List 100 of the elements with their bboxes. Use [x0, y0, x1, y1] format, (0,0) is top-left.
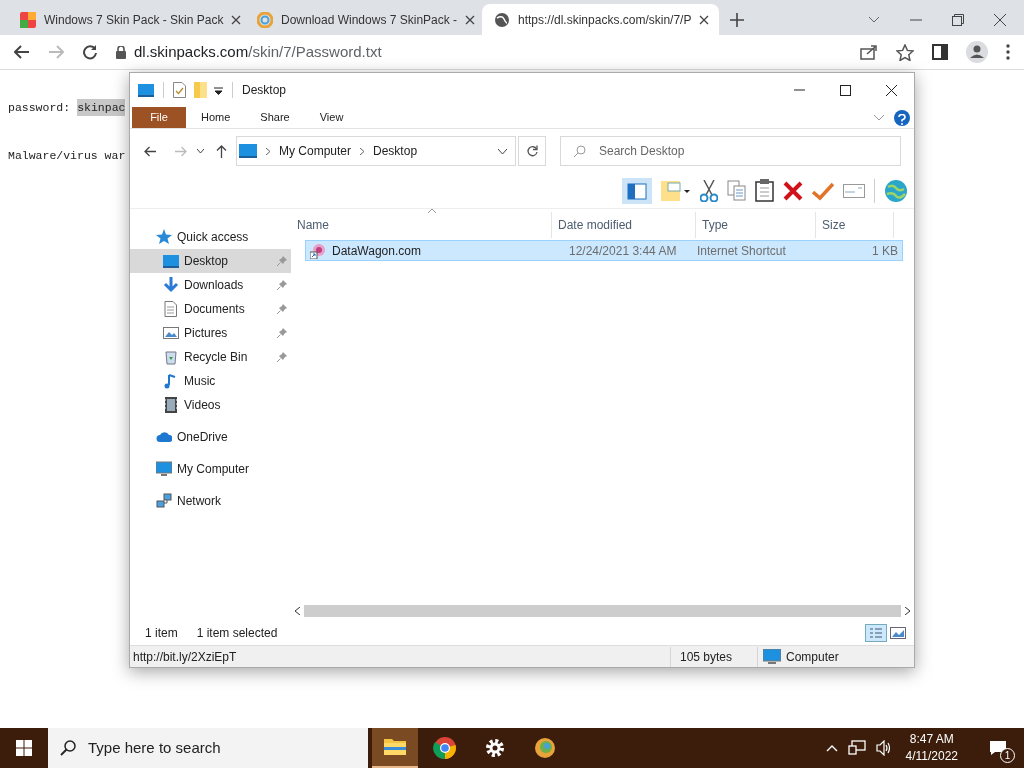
- navigation-pane-button[interactable]: [622, 177, 652, 204]
- restore-icon[interactable]: [952, 13, 964, 26]
- desktop-icon: [163, 253, 179, 269]
- refresh-icon: [526, 145, 538, 157]
- paste-icon[interactable]: [755, 179, 774, 202]
- nav-item[interactable]: Music: [130, 369, 291, 393]
- swirl-icon: [533, 736, 557, 760]
- pin-icon[interactable]: [277, 304, 287, 314]
- video-icon: [163, 397, 179, 413]
- back-icon[interactable]: [14, 45, 30, 59]
- clock[interactable]: 8:47 AM 4/11/2022: [901, 731, 962, 765]
- close-icon[interactable]: [465, 14, 476, 25]
- nav-item[interactable]: My Computer: [130, 457, 291, 481]
- file-row[interactable]: DataWagon.com 12/24/2021 3:44 AM Internet Shortcut 1 KB: [305, 240, 903, 261]
- search-icon: [573, 144, 586, 158]
- chevron-right-icon: [360, 147, 365, 155]
- file-size: 1 KB: [871, 242, 899, 260]
- taskbar-search-field[interactable]: Type here to search: [48, 728, 368, 768]
- chevron-up-icon[interactable]: [825, 744, 838, 752]
- network-icon: [156, 493, 172, 509]
- cloud-icon: [156, 429, 172, 445]
- recent-locations-icon[interactable]: [197, 149, 204, 153]
- pin-icon[interactable]: [277, 280, 287, 290]
- browser-tab[interactable]: https://dl.skinpacks.com/skin/7/P: [482, 4, 719, 35]
- computer-icon: [763, 649, 781, 664]
- scroll-right-icon[interactable]: [905, 606, 910, 615]
- computer-icon: [138, 83, 154, 97]
- close-icon[interactable]: [231, 14, 242, 25]
- reload-icon[interactable]: [82, 44, 98, 60]
- properties-icon[interactable]: [173, 82, 186, 98]
- start-icon[interactable]: [16, 740, 32, 756]
- notification-icon[interactable]: [989, 740, 1007, 756]
- new-tab-icon[interactable]: [730, 12, 744, 27]
- column-header[interactable]: Name: [291, 212, 552, 238]
- share-icon[interactable]: [860, 44, 878, 60]
- maximize-icon[interactable]: [839, 84, 851, 96]
- globe-icon: [494, 11, 510, 28]
- nav-item[interactable]: Downloads: [130, 273, 291, 297]
- warning-text: Malware/virus war: [8, 148, 126, 165]
- chevron-down-icon[interactable]: [868, 15, 880, 24]
- address-field[interactable]: My Computer Desktop: [236, 136, 516, 166]
- bin-icon: [163, 349, 179, 365]
- nav-item[interactable]: Quick access: [130, 225, 291, 249]
- ribbon-tab[interactable]: Share: [245, 107, 305, 128]
- swirl-icon: [257, 11, 273, 28]
- globe-icon[interactable]: [884, 178, 908, 203]
- sort-up-icon: [428, 209, 436, 213]
- ribbon-tab[interactable]: View: [304, 107, 359, 128]
- dropdown-icon[interactable]: [214, 85, 223, 95]
- pin-icon[interactable]: [277, 352, 287, 362]
- scroll-left-icon[interactable]: [295, 606, 300, 615]
- close-icon[interactable]: [699, 14, 710, 25]
- url-text[interactable]: dl.skinpacks.com/skin/7/Password.txt: [134, 40, 382, 64]
- envelope-icon[interactable]: [843, 183, 865, 198]
- nav-item[interactable]: Network: [130, 489, 291, 513]
- file-size-status: 105 bytes: [679, 648, 734, 666]
- help-icon[interactable]: [894, 109, 910, 126]
- window-title: Desktop: [242, 82, 287, 99]
- search-field[interactable]: Search Desktop: [560, 136, 901, 166]
- computer-icon: [156, 461, 172, 477]
- network-icon[interactable]: [847, 740, 866, 756]
- up-icon[interactable]: [216, 144, 227, 158]
- more-icon[interactable]: [1006, 44, 1010, 60]
- ribbon-tab[interactable]: Home: [186, 107, 246, 128]
- cut-icon[interactable]: [700, 179, 718, 202]
- column-header[interactable]: Size: [816, 212, 894, 238]
- password-value: skinpac: [77, 99, 126, 117]
- selection-count: 1 item selected: [196, 625, 278, 642]
- nav-item[interactable]: Recycle Bin: [130, 345, 291, 369]
- pin-icon[interactable]: [277, 328, 287, 338]
- browser-tab[interactable]: Download Windows 7 SkinPack -: [245, 4, 482, 35]
- nav-item[interactable]: OneDrive: [130, 425, 291, 449]
- column-header[interactable]: Date modified: [552, 212, 696, 238]
- download-icon: [163, 277, 179, 293]
- nav-item[interactable]: Pictures: [130, 321, 291, 345]
- column-header[interactable]: Type: [696, 212, 816, 238]
- picture-icon: [163, 325, 179, 341]
- chevron-right-icon: [266, 147, 270, 155]
- profile-icon[interactable]: [966, 41, 988, 63]
- location-text: Computer: [786, 648, 839, 666]
- close-icon[interactable]: [994, 13, 1006, 26]
- volume-icon[interactable]: [875, 740, 892, 756]
- large-icons-view-icon[interactable]: [890, 627, 906, 639]
- check-icon[interactable]: [812, 180, 834, 201]
- horizontal-scrollbar[interactable]: [304, 604, 901, 617]
- close-icon[interactable]: [885, 84, 897, 96]
- settings-icon: [483, 736, 507, 760]
- nav-item[interactable]: Videos: [130, 393, 291, 417]
- star-icon[interactable]: [896, 43, 914, 61]
- refresh-button[interactable]: [518, 136, 546, 166]
- notification-badge: 1: [1000, 748, 1015, 763]
- browser-tab[interactable]: Windows 7 Skin Pack - Skin Pack: [8, 4, 245, 35]
- back-icon[interactable]: [144, 145, 157, 157]
- delete-icon[interactable]: [783, 180, 803, 201]
- side-panel-icon[interactable]: [932, 44, 948, 60]
- file-type: Internet Shortcut: [697, 242, 787, 260]
- nav-item[interactable]: Documents: [130, 297, 291, 321]
- chevron-down-icon[interactable]: [498, 148, 507, 154]
- file-date: 12/24/2021 3:44 AM: [568, 242, 678, 260]
- nav-item[interactable]: Desktop: [130, 249, 291, 273]
